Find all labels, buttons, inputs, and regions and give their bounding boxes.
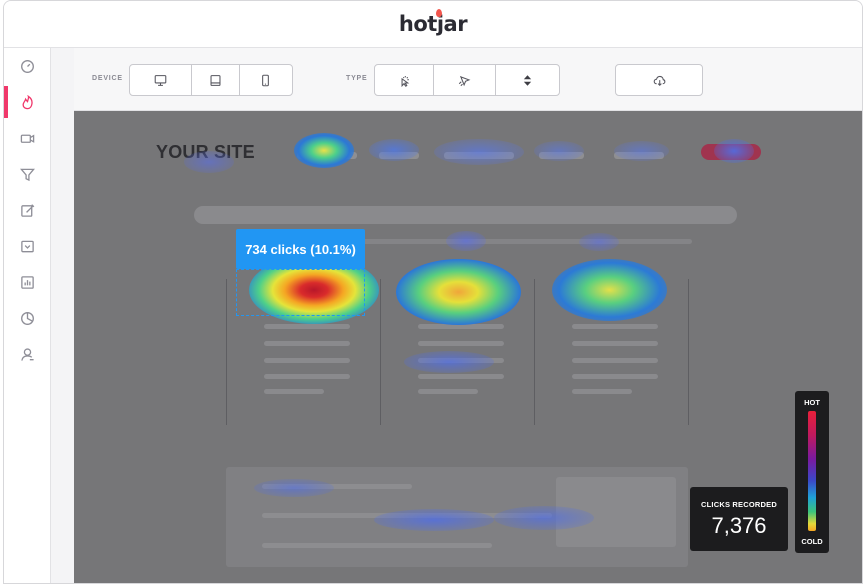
logo-text: hotjar [398, 12, 468, 36]
heat-spot [579, 233, 619, 251]
sidebar-item-funnels[interactable] [4, 156, 51, 192]
analytics-chart-icon [21, 275, 34, 289]
selected-element-outline[interactable] [236, 269, 365, 316]
move-type-button[interactable] [434, 65, 496, 95]
column-text-line [418, 389, 478, 394]
type-button-group [374, 64, 560, 96]
logo-flame-icon [435, 9, 442, 17]
column-text-line [572, 324, 658, 329]
tablet-icon [210, 74, 221, 86]
move-cursor-icon [458, 75, 471, 86]
top-bar: hotjar [4, 1, 862, 48]
column-text-line [264, 324, 350, 329]
column-text-line [572, 358, 658, 363]
sidebar-item-recordings[interactable] [4, 120, 51, 156]
device-button-group [129, 64, 293, 96]
funnel-icon [20, 168, 35, 181]
sidebar-item-users[interactable] [4, 336, 51, 372]
column-divider [534, 279, 535, 425]
site-search-bar [194, 206, 737, 224]
heat-legend: HOT COLD [795, 391, 829, 553]
clicks-recorded-panel: CLICKS RECORDED 7,376 [690, 487, 788, 551]
column-text-line [572, 374, 658, 379]
desktop-button[interactable] [130, 65, 193, 95]
device-label: DEVICE [92, 75, 123, 82]
heat-spot [434, 139, 524, 165]
forms-edit-icon [21, 203, 35, 217]
user-icon [21, 347, 34, 361]
clicks-recorded-value: 7,376 [711, 513, 767, 538]
column-text-line [264, 389, 324, 394]
recordings-camera-icon [20, 134, 35, 143]
column-text-line [264, 374, 350, 379]
type-label: TYPE [346, 75, 368, 82]
heat-spot [254, 479, 334, 497]
desktop-icon [154, 74, 167, 86]
click-cursor-icon [401, 75, 409, 87]
heatmap-toolbar: DEVICE TYPE [74, 48, 862, 111]
click-type-button[interactable] [375, 65, 435, 95]
clicks-recorded-label: CLICKS RECORDED [701, 500, 777, 509]
column-text-line [264, 358, 350, 363]
legend-cold-label: COLD [801, 537, 823, 546]
heat-spot [494, 506, 594, 530]
sidebar-item-polls[interactable] [4, 228, 51, 264]
hotjar-logo[interactable]: hotjar [398, 9, 468, 36]
mobile-icon [262, 74, 270, 86]
scroll-type-button[interactable] [496, 65, 559, 95]
column-text-line [572, 341, 658, 346]
sidebar [4, 48, 51, 583]
column-divider [226, 279, 227, 425]
tablet-button[interactable] [192, 65, 240, 95]
heat-spot [534, 141, 584, 161]
column-text-line [418, 374, 504, 379]
sidebar-item-heatmaps[interactable] [4, 84, 51, 120]
heat-spot [369, 139, 419, 161]
heatmap-stage: YOUR SITE 734 clicks (10.1%) CLICKS RECO… [74, 111, 862, 583]
heatmap-flame-icon [22, 94, 33, 109]
heat-spot [552, 259, 667, 321]
click-count-tooltip: 734 clicks (10.1%) [236, 229, 365, 269]
sidebar-item-dashboard[interactable] [4, 48, 51, 84]
heat-spot [184, 151, 234, 173]
heat-spot [294, 133, 354, 168]
heat-spot [404, 351, 494, 373]
heat-spot [374, 509, 494, 531]
column-text-line [418, 341, 504, 346]
heat-spot [714, 139, 754, 163]
column-text-line [264, 341, 350, 346]
sidebar-item-analytics[interactable] [4, 264, 51, 300]
column-divider [688, 279, 689, 425]
dashboard-icon [21, 59, 34, 73]
feedback-poll-icon [21, 240, 34, 252]
sidebar-item-forms[interactable] [4, 192, 51, 228]
cloud-download-icon [653, 75, 665, 86]
download-button-group [615, 64, 703, 96]
heat-spot [614, 141, 669, 161]
scroll-arrows-icon [523, 74, 531, 86]
mobile-button[interactable] [240, 65, 292, 95]
legend-hot-label: HOT [804, 398, 820, 407]
heat-spot [396, 259, 521, 325]
column-text-line [572, 389, 632, 394]
heat-spot [446, 231, 486, 251]
survey-pie-icon [21, 311, 34, 325]
footer-line [262, 543, 492, 548]
browser-frame: hotjar DEVICE TYPE YOUR SITE 734 clicks … [3, 0, 863, 584]
sidebar-item-surveys[interactable] [4, 300, 51, 336]
legend-gradient-bar [808, 411, 816, 531]
download-button[interactable] [616, 65, 702, 95]
column-divider [380, 279, 381, 425]
